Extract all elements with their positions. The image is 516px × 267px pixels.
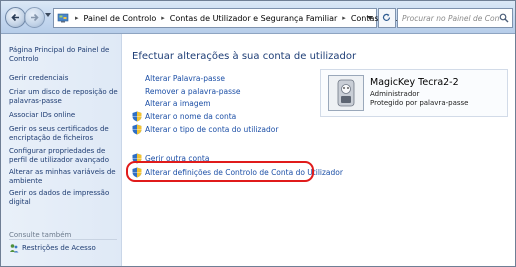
forward-button[interactable] [24,7,45,28]
window: ▸ Painel de Controlo ▸ Contas de Utiliza… [0,0,516,267]
change-password-link[interactable]: Alterar Palavra-passe [145,74,225,83]
search-placeholder: Procurar no Painel de Contro... [402,13,499,23]
uac-shield-icon [132,111,142,122]
page-title: Efectuar alterações à sua conta de utili… [132,51,357,62]
recent-pages-dropdown-icon[interactable] [45,13,51,17]
change-account-type-link[interactable]: Alterar o tipo de conta do utilizador [145,125,278,134]
user-name: MagicKey Tecra2-2 [370,77,459,88]
search-input[interactable]: Procurar no Painel de Contro... [397,8,513,28]
create-password-reset-disk-link[interactable]: Criar um disco de reposição de palavras-… [9,88,119,106]
breadcrumb-user-accounts-family-safety[interactable]: Contas de Utilizador e Segurança Familia… [168,14,340,23]
breadcrumb[interactable]: ▸ Painel de Controlo ▸ Contas de Utiliza… [53,8,432,28]
main-content: Efectuar alterações à sua conta de utili… [122,34,515,266]
red-highlight-annotation [126,161,314,182]
user-account-card: MagicKey Tecra2-2 Administrador Protegid… [320,69,508,117]
user-password-status: Protegido por palavra-passe [370,99,469,107]
see-also-divider [9,239,117,240]
address-dropdown-icon[interactable] [367,16,373,20]
address-bar: ▸ Painel de Controlo ▸ Contas de Utiliza… [1,1,515,34]
search-icon[interactable] [499,13,509,23]
link-online-ids-link[interactable]: Associar IDs online [9,111,119,120]
manage-encryption-certificates-link[interactable]: Gerir os seus certificados de encriptaçã… [9,125,119,143]
breadcrumb-control-panel[interactable]: Painel de Controlo [82,14,159,23]
parental-controls-label: Restrições de Acesso [22,244,96,252]
remove-password-link[interactable]: Remover a palavra-passe [145,87,241,96]
parental-controls-link[interactable]: Restrições de Acesso [9,243,96,253]
user-role: Administrador [370,90,420,98]
manage-fingerprint-data-link[interactable]: Gerir os dados de impressão digital [9,189,119,207]
control-panel-home-link[interactable]: Página Principal do Painel de Controlo [9,46,119,64]
see-also-heading: Consulte também [9,231,72,239]
refresh-icon [382,13,391,21]
change-account-name-link[interactable]: Alterar o nome da conta [145,112,236,121]
change-picture-link[interactable]: Alterar a imagem [145,99,211,108]
advanced-profile-properties-link[interactable]: Configurar propriedades de perfil de uti… [9,147,119,165]
forward-arrow-icon [31,13,39,22]
uac-shield-icon [132,124,142,135]
avatar[interactable] [328,75,364,111]
manage-credentials-link[interactable]: Gerir credenciais [9,74,119,83]
parental-controls-icon [10,244,19,253]
change-environment-variables-link[interactable]: Alterar as minhas variáveis de ambiente [9,168,119,186]
control-panel-icon [57,13,69,23]
user-picture-icon [329,76,363,110]
refresh-button[interactable] [378,8,396,28]
back-arrow-icon [11,13,19,22]
left-navigation-pane: Página Principal do Painel de Controlo G… [1,34,122,266]
back-button[interactable] [5,7,26,28]
